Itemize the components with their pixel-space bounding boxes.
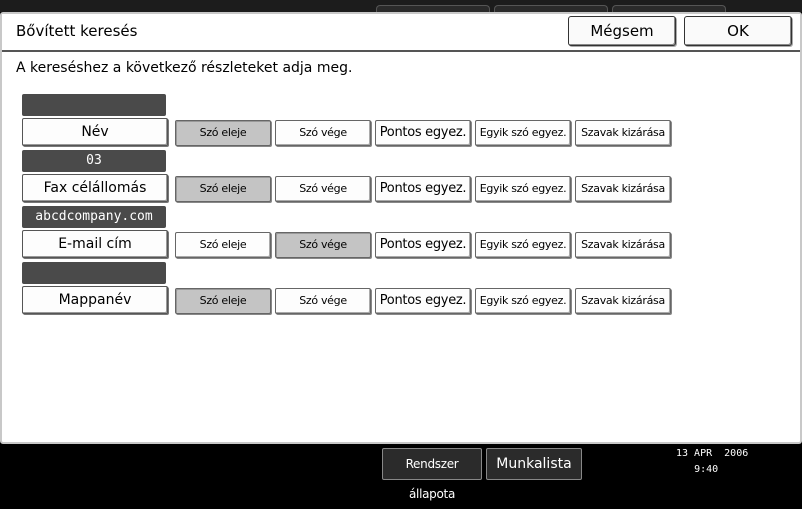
dialog-header: Bővített keresés Mégsem OK xyxy=(2,14,800,52)
ok-button[interactable]: OK xyxy=(684,16,792,46)
advanced-search-dialog: Bővített keresés Mégsem OK A kereséshez … xyxy=(0,12,802,444)
option-exact-match[interactable]: Pontos egyez. xyxy=(375,176,471,202)
folder-field-button[interactable]: Mappanév xyxy=(22,286,168,314)
option-any-word-match[interactable]: Egyik szó egyez. xyxy=(475,232,571,258)
email-field-button[interactable]: E-mail cím xyxy=(22,230,168,258)
dialog-title: Bővített keresés xyxy=(16,22,138,40)
date-text: 13 APR 2006 xyxy=(676,448,749,459)
option-any-word-match[interactable]: Egyik szó egyez. xyxy=(475,120,571,146)
instruction-text: A kereséshez a következő részleteket adj… xyxy=(16,60,353,76)
option-begins-with[interactable]: Szó eleje xyxy=(175,120,271,146)
status-bar: Rendszer állapota Munkalista 13 APR 2006… xyxy=(0,444,802,501)
job-list-button[interactable]: Munkalista xyxy=(486,448,582,480)
time-text: 9:40 xyxy=(694,464,719,475)
search-row-folder: Mappanév Szó eleje Szó vége Pontos egyez… xyxy=(22,262,682,318)
option-ends-with[interactable]: Szó vége xyxy=(275,288,371,314)
option-exact-match[interactable]: Pontos egyez. xyxy=(375,120,471,146)
date-time-display: 13 APR 2006 9:40 xyxy=(676,446,748,478)
option-exclude-words[interactable]: Szavak kizárása xyxy=(575,232,671,258)
fax-field-button[interactable]: Fax célállomás xyxy=(22,174,168,202)
fax-value-display: 03 xyxy=(22,150,166,172)
option-ends-with[interactable]: Szó vége xyxy=(275,232,371,258)
option-ends-with[interactable]: Szó vége xyxy=(275,120,371,146)
option-begins-with[interactable]: Szó eleje xyxy=(175,176,271,202)
option-exclude-words[interactable]: Szavak kizárása xyxy=(575,120,671,146)
cancel-button[interactable]: Mégsem xyxy=(568,16,676,46)
search-row-email: abcdcompany.com E-mail cím Szó eleje Szó… xyxy=(22,206,682,262)
search-row-name: Név Szó eleje Szó vége Pontos egyez. Egy… xyxy=(22,94,682,150)
option-ends-with[interactable]: Szó vége xyxy=(275,176,371,202)
option-exclude-words[interactable]: Szavak kizárása xyxy=(575,288,671,314)
option-any-word-match[interactable]: Egyik szó egyez. xyxy=(475,288,571,314)
top-strip xyxy=(0,0,802,16)
option-begins-with[interactable]: Szó eleje xyxy=(175,232,271,258)
name-value-display xyxy=(22,94,166,116)
option-exact-match[interactable]: Pontos egyez. xyxy=(375,288,471,314)
search-row-fax: 03 Fax célállomás Szó eleje Szó vége Pon… xyxy=(22,150,682,206)
option-exclude-words[interactable]: Szavak kizárása xyxy=(575,176,671,202)
email-value-display: abcdcompany.com xyxy=(22,206,166,228)
name-field-button[interactable]: Név xyxy=(22,118,168,146)
folder-value-display xyxy=(22,262,166,284)
system-status-button[interactable]: Rendszer állapota xyxy=(382,448,482,501)
option-exact-match[interactable]: Pontos egyez. xyxy=(375,232,471,258)
option-begins-with[interactable]: Szó eleje xyxy=(175,288,271,314)
option-any-word-match[interactable]: Egyik szó egyez. xyxy=(475,176,571,202)
